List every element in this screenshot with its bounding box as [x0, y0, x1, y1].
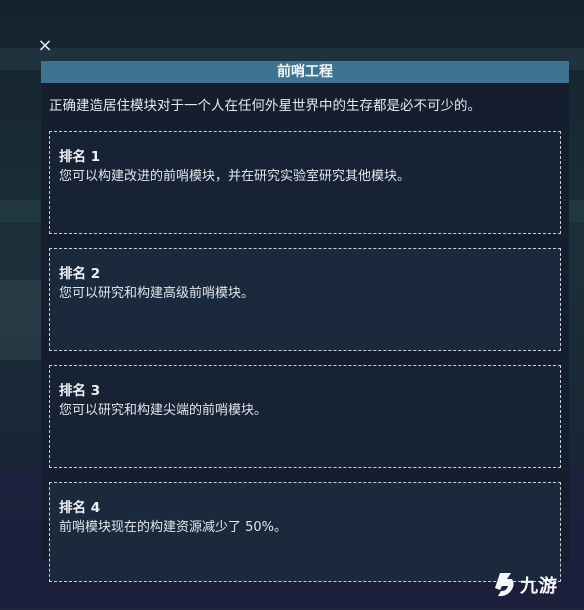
rank-card-2: 排名 2 您可以研究和构建高级前哨模块。	[49, 248, 561, 351]
rank-title: 排名 4	[59, 500, 101, 516]
dialog-title: 前哨工程	[41, 61, 569, 83]
rank-description: 前哨模块现在的构建资源减少了 50%。	[59, 520, 288, 535]
rank-list: 排名 1 您可以构建改进的前哨模块，并在研究实验室研究其他模块。 排名 2 您可…	[49, 131, 561, 596]
watermark: 九游	[492, 568, 576, 602]
skill-dialog: 前哨工程 正确建造居住模块对于一个人在任何外星世界中的生存都是必不可少的。 排名…	[41, 61, 569, 582]
rank-description: 您可以研究和构建高级前哨模块。	[59, 286, 255, 301]
skill-description: 正确建造居住模块对于一个人在任何外星世界中的生存都是必不可少的。	[49, 98, 481, 114]
background-element	[0, 280, 42, 360]
rank-card-3: 排名 3 您可以研究和构建尖端的前哨模块。	[49, 365, 561, 468]
rank-card-4: 排名 4 前哨模块现在的构建资源减少了 50%。	[49, 482, 561, 582]
rank-title: 排名 3	[59, 383, 101, 399]
rank-card-1: 排名 1 您可以构建改进的前哨模块，并在研究实验室研究其他模块。	[49, 131, 561, 234]
rank-title: 排名 2	[59, 266, 101, 282]
rank-description: 您可以构建改进的前哨模块，并在研究实验室研究其他模块。	[59, 169, 411, 184]
rank-description: 您可以研究和构建尖端的前哨模块。	[59, 403, 268, 418]
rank-title: 排名 1	[59, 149, 101, 165]
jiuyou-logo-icon	[492, 570, 518, 600]
watermark-text: 九游	[520, 576, 558, 597]
close-icon[interactable]: ×	[36, 37, 54, 55]
